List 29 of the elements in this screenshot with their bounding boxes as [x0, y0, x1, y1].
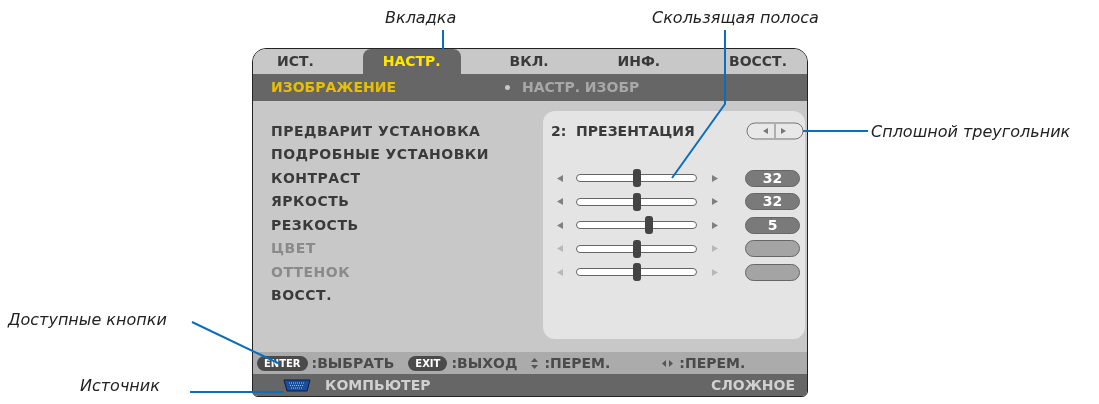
menu-tab[interactable]: ВОССТ.	[708, 49, 807, 74]
preset-value: 2: ПРЕЗЕНТАЦИЯ	[551, 121, 696, 141]
menu-tab[interactable]: НАСТР.	[362, 49, 461, 74]
hint-text: :ВЫБРАТЬ	[311, 353, 395, 373]
menu-tab[interactable]: ИСТ.	[257, 49, 334, 74]
callout-label: Скользящая полоса	[652, 7, 819, 29]
value-badge: 5	[745, 216, 800, 234]
menu-item[interactable]: ПРЕДВАРИТ УСТАНОВКА	[271, 120, 481, 142]
menu-item[interactable]: ЯРКОСТЬ	[271, 191, 350, 213]
submenu-item: НАСТР. ИЗОБР	[522, 77, 640, 97]
menu-item[interactable]: ВОССТ.	[271, 285, 332, 307]
menu-item[interactable]: РЕЗКОСТЬ	[271, 214, 359, 236]
menu-item[interactable]: ПОДРОБНЫЕ УСТАНОВКИ	[271, 144, 489, 166]
submenu-title: ИЗОБРАЖЕНИЕ	[271, 77, 398, 97]
callout-label: Доступные кнопки	[8, 309, 167, 331]
menu-tab[interactable]: ИНФ.	[597, 49, 681, 74]
value-badge: 32	[745, 169, 800, 187]
menu-item[interactable]: КОНТРАСТ	[271, 167, 361, 189]
callout-label: Сплошной треугольник	[871, 121, 1071, 143]
menu-tab[interactable]: ВКЛ.	[489, 49, 569, 74]
key-badge: EXIT	[408, 355, 448, 371]
hint-text: :ПЕРЕМ.	[544, 353, 611, 373]
callout-label: Вкладка	[385, 7, 457, 29]
hint-text: :ПЕРЕМ.	[679, 353, 746, 373]
source-mode: СЛОЖНОЕ	[710, 375, 795, 395]
hint-text: :ВЫХОД	[451, 353, 518, 373]
value-badge: 32	[745, 193, 800, 211]
source-name: КОМПЬЮТЕР	[325, 375, 432, 395]
callout-label: Источник	[80, 375, 160, 397]
